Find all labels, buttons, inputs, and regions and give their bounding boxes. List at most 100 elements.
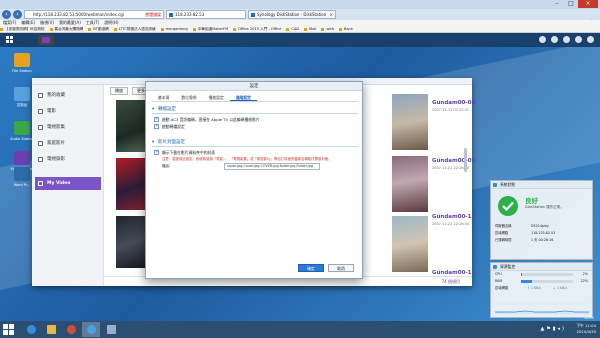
forward-button[interactable]: › — [13, 10, 22, 19]
minimize-button[interactable]: – — [550, 0, 564, 8]
net-upload: ↑ 1 KB/s — [527, 286, 542, 290]
video-title[interactable]: Gundam00-09 — [432, 158, 475, 164]
transcode-option[interactable]: 啟動轉檔設定 — [152, 123, 358, 130]
browser-titlebar: – □ × — [0, 0, 600, 9]
filename-row: 檔名: cover.jpg,Cover.jpg,COVER.jpg,folder… — [152, 162, 358, 171]
search-icon[interactable] — [563, 36, 570, 43]
options-icon[interactable] — [575, 36, 582, 43]
filename-input[interactable]: cover.jpg,Cover.jpg,COVER.jpg,folder.jpg… — [224, 163, 320, 170]
video-date: 2007-11-11 02:25:32 — [432, 108, 470, 112]
zoom-level[interactable]: 100% — [584, 316, 594, 320]
favorite-folder[interactable]: CAD — [286, 26, 299, 32]
movie-icon — [38, 109, 43, 114]
tab-playback[interactable]: 播放設定 — [203, 93, 230, 101]
net-download: ↓ 3 KB/s — [553, 286, 568, 290]
cover-section: 影片封面設定 顯示下載在影片資料夾中的封面 注意：若啟用此設定，系統將使用「電影… — [152, 139, 358, 171]
widgets-icon[interactable] — [587, 36, 594, 43]
taskbar-chrome-icon[interactable] — [62, 322, 80, 337]
cert-warning[interactable]: 憑證錯誤 — [145, 11, 161, 18]
show-cover-option[interactable]: 顯示下載在影片資料夾中的封面 — [152, 149, 358, 156]
sidebar-item-movies[interactable]: 電影 — [35, 105, 101, 118]
checkbox[interactable] — [154, 123, 159, 130]
tab-label: Synology DiskStation - DiskStation — [257, 12, 327, 17]
tab-close-icon[interactable]: × — [330, 11, 333, 18]
network-row: 區域網路 ↑ 1 KB/s ↓ 3 KB/s — [495, 286, 568, 290]
video-thumbnail[interactable] — [392, 216, 428, 272]
ram-bar-fill — [521, 280, 533, 283]
sidebar-item-tv-shows[interactable]: 電視影集 — [35, 121, 101, 134]
network-graph — [495, 303, 589, 314]
desktop-icon-file-station[interactable]: File Station — [9, 53, 35, 73]
favorite-link[interactable]: 中華民國MakerFM — [192, 26, 228, 32]
scrollbar[interactable] — [464, 148, 467, 172]
window-controls: – □ × — [550, 0, 598, 9]
control-panel-icon — [14, 87, 30, 101]
favorite-folder[interactable]: web — [321, 26, 334, 32]
transcode-section: 轉檔設定 啟動 AC3 音訊編碼，直接在 Apple TV 以此編碼播放影片 啟… — [152, 106, 358, 130]
video-station-taskbar-icon[interactable] — [38, 35, 54, 45]
cancel-button[interactable]: 取消 — [328, 264, 354, 272]
favorite-link[interactable]: BT動漫網 — [88, 26, 109, 32]
video-thumbnail[interactable] — [392, 94, 428, 150]
start-button[interactable] — [3, 324, 14, 335]
url-text: http://118.233.82.53:5000/webman/index.c… — [33, 12, 124, 17]
check-circle-icon — [498, 196, 518, 216]
maximize-button[interactable]: □ — [564, 0, 578, 8]
dialog-tabs: 基本資 數位電視 播放設定 進階設定 — [152, 93, 358, 102]
filename-label: 檔名: — [162, 164, 171, 168]
favorite-folder[interactable]: Bank — [338, 26, 353, 32]
info-row: 區域網路 118.233.82.53 — [495, 231, 556, 235]
favorite-folder[interactable]: Mail — [304, 26, 316, 32]
tray-icons[interactable]: ▲⚑▮◂) — [540, 326, 566, 332]
wordpress-icon — [14, 167, 30, 181]
cpu-bar — [521, 273, 573, 276]
taskbar-app-icon[interactable] — [102, 322, 120, 337]
video-title[interactable]: Gundam00-08 — [432, 100, 475, 106]
close-button[interactable]: × — [578, 0, 598, 8]
health-description: DiskStation 運作正常。 — [525, 205, 564, 209]
sidebar-item-home-videos[interactable]: 家庭影片 — [35, 137, 101, 150]
sidebar-item-my-video[interactable]: My Video — [35, 177, 101, 190]
star-icon — [38, 93, 43, 98]
address-bar[interactable]: http://118.233.82.53:5000/webman/index.c… — [24, 10, 164, 19]
sidebar-item-favorites[interactable]: 我的收藏 — [35, 89, 101, 102]
resource-monitor-widget: 資源監控 CPU 2% RAM 22% 區域網路 ↑ 1 KB/s ↓ 3 KB… — [490, 262, 593, 318]
cpu-bar-fill — [521, 273, 523, 276]
toolbar: 播放 更多 — [110, 87, 150, 96]
clock[interactable]: 下午 11:04 2014/4/30 — [576, 323, 596, 335]
tab-dtv[interactable]: 數位電視 — [175, 93, 202, 101]
video-title[interactable]: Gundam00-12 — [432, 214, 475, 220]
favorite-link[interactable]: 舊台灣最大購物網 — [49, 26, 83, 32]
video-date: 2007-12-22 22:26:34 — [432, 222, 470, 226]
video-thumbnail[interactable] — [392, 156, 428, 212]
dialog-buttons: 確定 取消 — [146, 264, 362, 273]
favorite-link[interactable]: morganteng — [160, 26, 188, 32]
favorite-link[interactable]: LTTC財團法人語言訓練 — [113, 26, 156, 32]
checkbox[interactable] — [154, 116, 159, 123]
ok-button[interactable]: 確定 — [298, 264, 324, 272]
tab-advanced[interactable]: 進階設定 — [229, 93, 257, 101]
ac3-option[interactable]: 啟動 AC3 音訊編碼，直接在 Apple TV 以此編碼播放影片 — [152, 116, 358, 123]
dialog-title[interactable]: 設定 — [146, 82, 362, 91]
play-button[interactable]: 播放 — [110, 87, 128, 95]
tab-ip[interactable]: 118.233.82.53 — [166, 10, 246, 19]
sidebar-item-tv-recordings[interactable]: 電視錄影 — [35, 153, 101, 166]
browser-navbar: ‹ › http://118.233.82.53:5000/webman/ind… — [0, 9, 600, 26]
taskbar-explorer-icon[interactable] — [42, 322, 60, 337]
notification-icon[interactable] — [539, 36, 546, 43]
tab-basic[interactable]: 基本資 — [152, 93, 175, 101]
taskbar-ie-icon[interactable] — [22, 322, 40, 337]
section-header[interactable]: 影片封面設定 — [152, 139, 358, 146]
tab-favicon-icon — [169, 13, 173, 17]
main-menu-icon[interactable] — [6, 36, 14, 44]
favorite-link[interactable]: Office 2013 入門 - Office — [233, 26, 281, 32]
tab-synology[interactable]: Synology DiskStation - DiskStation × — [248, 10, 336, 19]
checkbox[interactable] — [154, 149, 159, 156]
section-header[interactable]: 轉檔設定 — [152, 106, 358, 113]
back-button[interactable]: ‹ — [2, 10, 11, 19]
favorite-link[interactable]: 【老貓測試網】科技新知 — [0, 26, 45, 32]
sidebar: 我的收藏 電影 電視影集 家庭影片 電視錄影 My Video — [32, 85, 104, 286]
user-icon[interactable] — [551, 36, 558, 43]
dsm-tray — [539, 36, 594, 43]
taskbar-browser-icon[interactable] — [82, 322, 100, 337]
